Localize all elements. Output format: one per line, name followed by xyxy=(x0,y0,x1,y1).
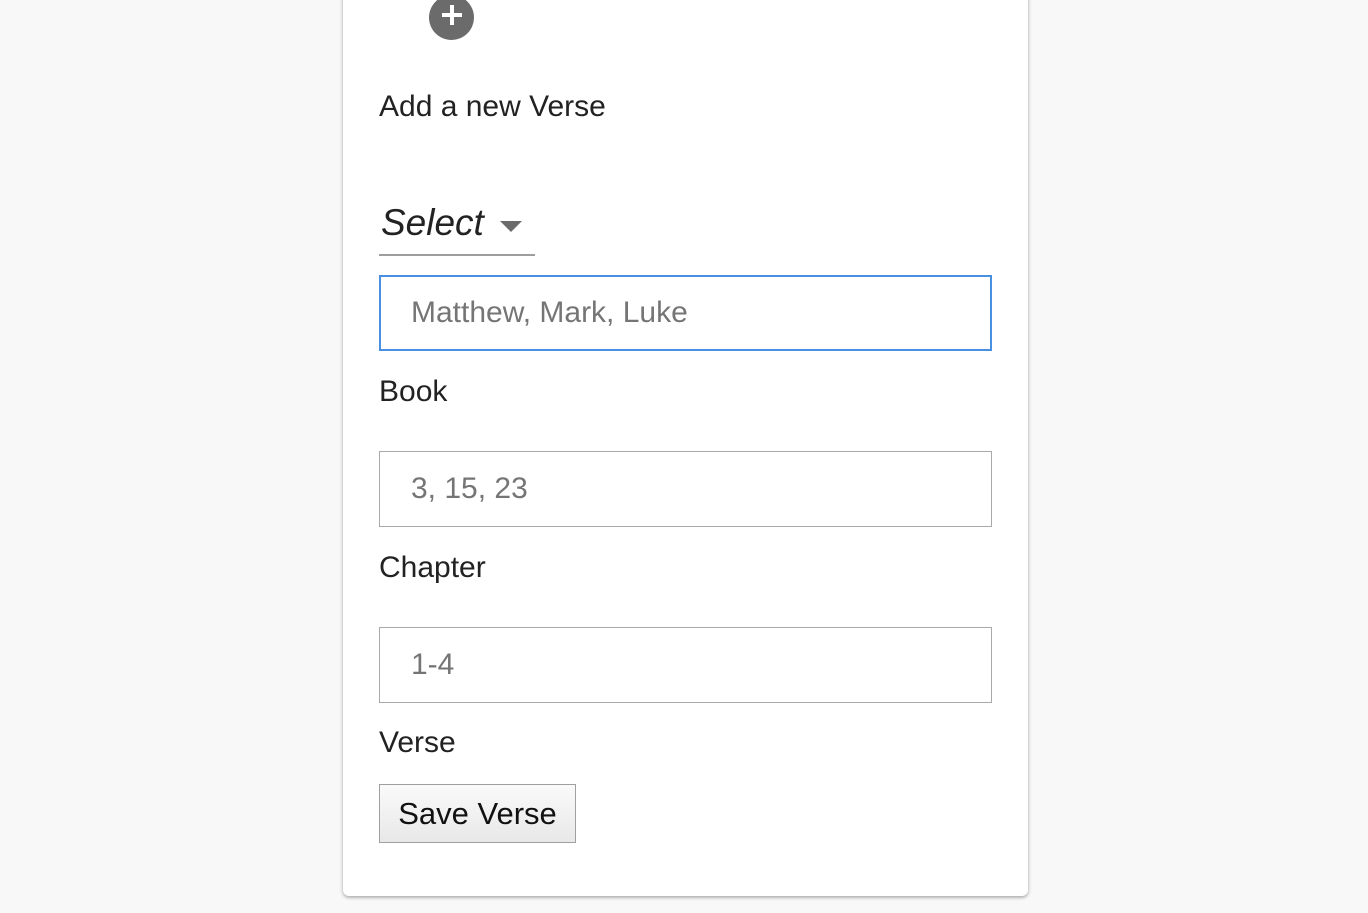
chapter-label: Chapter xyxy=(379,551,486,584)
verse-label: Verse xyxy=(379,726,456,759)
save-verse-button[interactable]: Save Verse xyxy=(379,784,576,843)
add-verse-card: Add a new Verse Select Book Chapter Vers… xyxy=(343,0,1028,896)
select-value: Select xyxy=(381,202,484,243)
book-input[interactable] xyxy=(379,275,992,351)
form-heading: Add a new Verse xyxy=(379,90,606,123)
caret-down-icon xyxy=(499,220,522,232)
book-label: Book xyxy=(379,375,448,408)
chapter-input[interactable] xyxy=(379,451,992,527)
plus-icon xyxy=(440,3,464,32)
book-select[interactable]: Select xyxy=(379,192,535,256)
verse-input[interactable] xyxy=(379,627,992,703)
add-verse-button[interactable] xyxy=(429,0,474,40)
